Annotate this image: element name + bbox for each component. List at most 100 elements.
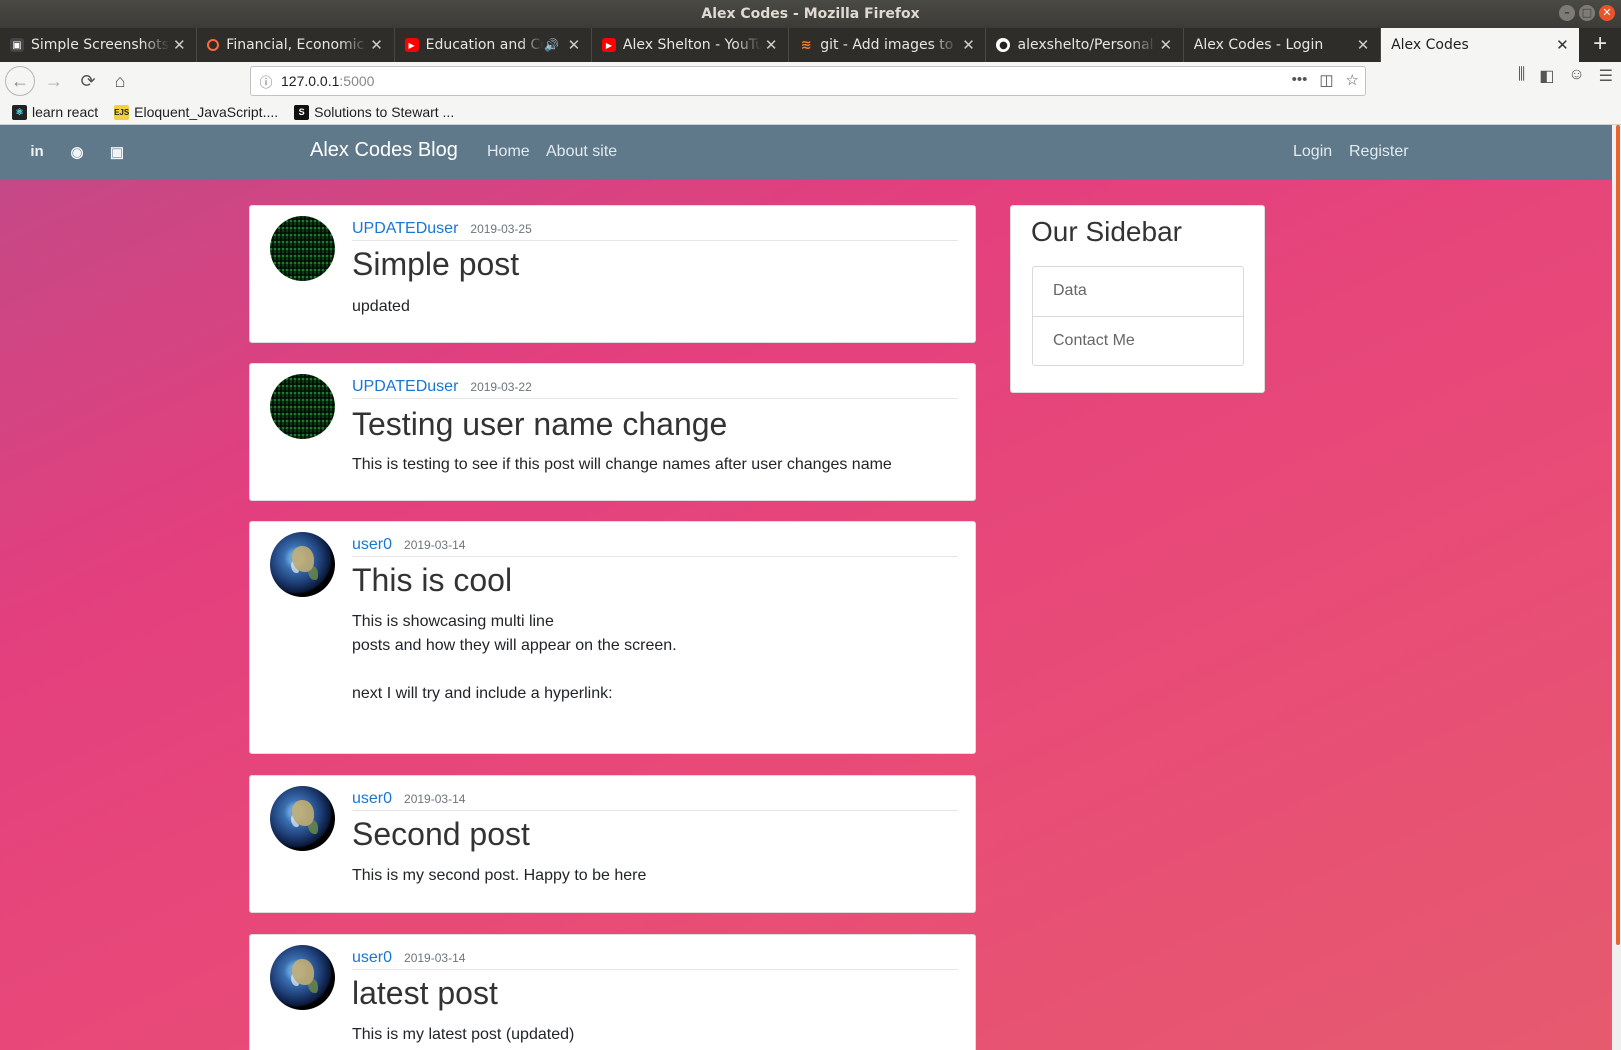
bookmarks-bar: ⚛ learn react EJS Eloquent_JavaScript...… [0,100,1621,125]
tab-git-add-images[interactable]: ≋ git - Add images to R ✕ [789,28,987,62]
site-brand[interactable]: Alex Codes Blog [310,139,458,162]
bookmark-star-icon[interactable]: ☆ [1346,71,1359,89]
tab-alex-codes-login[interactable]: Alex Codes - Login ✕ [1184,28,1382,62]
stackoverflow-favicon-icon: ≋ [800,37,812,53]
post-content: This is showcasing multi line posts and … [352,613,677,702]
post-content: This is my second post. Happy to be here [352,867,647,884]
youtube-favicon-icon: ▶ [601,38,616,52]
post-card: UPDATEDuser 2019-03-22 Testing user name… [249,363,976,501]
close-tab-icon[interactable]: ✕ [1354,36,1372,54]
post-title[interactable]: Second post [352,816,530,853]
nav-home-link[interactable]: Home [487,143,530,161]
close-tab-icon[interactable]: ✕ [959,36,977,54]
ejs-favicon-icon: EJS [114,104,129,120]
post-content: This is my latest post (updated) [352,1026,575,1043]
tab-title: Simple Screenshots [31,37,169,53]
youtube-icon[interactable]: ▣ [108,143,126,161]
home-icon[interactable]: ⌂ [105,66,135,96]
post-meta: user0 2019-03-14 [352,790,958,811]
tab-title: Education and Co [425,37,544,53]
post-title[interactable]: This is cool [352,562,512,599]
sidebar-item-contact-me[interactable]: Contact Me [1033,316,1243,365]
back-arrow-icon[interactable]: ← [5,66,35,96]
ring-favicon-icon [207,39,220,51]
close-tab-icon[interactable]: ✕ [1553,36,1571,54]
post-title[interactable]: Simple post [352,246,519,283]
bookmark-label: Eloquent_JavaScript.... [134,104,279,120]
post-card: UPDATEDuser 2019-03-25 Simple post updat… [249,205,976,343]
library-icon[interactable]: ⫼ [1518,66,1525,86]
tab-strip: ▣ Simple Screenshots ✕ Financial, Econom… [0,28,1621,62]
post-date: 2019-03-22 [470,380,532,394]
tab-github-personal[interactable]: ● alexshelto/Personal ✕ [986,28,1184,62]
minimize-icon[interactable]: – [1559,5,1575,21]
page-actions-icon[interactable]: ••• [1292,71,1308,89]
post-card: user0 2019-03-14 latest post This is my … [249,934,976,1050]
tab-education[interactable]: ▶ Education and Co 🔊 ✕ [395,28,592,62]
post-title[interactable]: latest post [352,975,498,1012]
url-bar[interactable]: ⓘ 127.0.0.1:5000 ••• ◫ ☆ [250,66,1366,96]
sidebar-toggle-icon[interactable]: ◧ [1539,66,1554,86]
nav-login-link[interactable]: Login [1293,143,1332,161]
site-navbar: in ◉ ▣ Alex Codes Blog Home About site L… [0,125,1612,180]
tab-alex-shelton-youtube[interactable]: ▶ Alex Shelton - YouTu ✕ [592,28,790,62]
author-link[interactable]: UPDATEDuser [352,220,458,238]
nav-register-link[interactable]: Register [1349,143,1409,161]
bookmark-learn-react[interactable]: ⚛ learn react [12,104,98,120]
tab-alex-codes[interactable]: Alex Codes ✕ [1381,28,1580,62]
forward-arrow-icon[interactable]: → [39,66,69,96]
tab-simple-screenshots[interactable]: ▣ Simple Screenshots ✕ [0,28,198,62]
speaker-icon[interactable]: 🔊 [544,38,559,52]
tab-title: Alex Shelton - YouTu [622,37,763,53]
bookmark-eloquent-javascript[interactable]: EJS Eloquent_JavaScript.... [114,104,278,120]
menu-icon[interactable]: ☰ [1599,66,1613,86]
author-avatar [270,532,335,597]
bookmark-solutions-stewart[interactable]: S Solutions to Stewart ... [294,104,454,120]
site-info-icon[interactable]: ⓘ [251,72,281,91]
account-icon[interactable]: ☺ [1568,66,1584,86]
sidebar-list: Data Contact Me [1032,266,1244,366]
page-scrollbar[interactable] [1612,125,1621,1050]
post-date: 2019-03-14 [404,538,466,552]
author-link[interactable]: UPDATEDuser [352,378,458,396]
pocket-icon[interactable]: ◫ [1319,71,1333,89]
post-card: user0 2019-03-14 This is cool This is sh… [249,521,976,754]
post-date: 2019-03-14 [404,792,466,806]
social-links: in ◉ ▣ [28,143,126,161]
tab-title: Alex Codes - Login [1193,37,1324,53]
maximize-icon[interactable]: □ [1579,5,1595,21]
post-meta: user0 2019-03-14 [352,949,958,970]
close-tab-icon[interactable]: ✕ [565,36,583,54]
author-link[interactable]: user0 [352,949,392,967]
author-avatar [270,216,335,281]
react-favicon-icon: ⚛ [12,104,27,120]
url-actions: ••• ◫ ☆ [1292,71,1359,89]
post-meta: user0 2019-03-14 [352,536,958,557]
github-icon[interactable]: ◉ [68,143,86,161]
sidebar-item-data[interactable]: Data [1033,267,1243,316]
bookmark-label: learn react [32,104,99,120]
close-tab-icon[interactable]: ✕ [170,36,188,54]
post-content: updated [352,298,410,315]
reload-icon[interactable]: ⟳ [73,66,103,96]
author-link[interactable]: user0 [352,790,392,808]
s-favicon-icon: S [294,104,310,120]
scrollbar-thumb[interactable] [1616,125,1620,945]
new-tab-icon[interactable]: + [1579,28,1621,62]
close-window-icon[interactable]: ✕ [1599,5,1615,21]
close-tab-icon[interactable]: ✕ [1157,36,1175,54]
nav-about-link[interactable]: About site [546,143,617,161]
tab-title: git - Add images to R [820,37,960,53]
close-tab-icon[interactable]: ✕ [368,36,386,54]
sidebar-title: Our Sidebar [1031,216,1182,247]
sidebar-card: Our Sidebar Data Contact Me [1010,205,1265,393]
tab-financial-economic[interactable]: Financial, Economic ✕ [197,28,395,62]
author-avatar [270,786,335,851]
close-tab-icon[interactable]: ✕ [762,36,780,54]
post-date: 2019-03-14 [404,951,466,965]
linkedin-icon[interactable]: in [28,143,46,161]
toolbar-right: ⫼ ◧ ☺ ☰ [1518,66,1613,86]
author-link[interactable]: user0 [352,536,392,554]
url-port: :5000 [339,73,375,89]
post-title[interactable]: Testing user name change [352,406,727,443]
